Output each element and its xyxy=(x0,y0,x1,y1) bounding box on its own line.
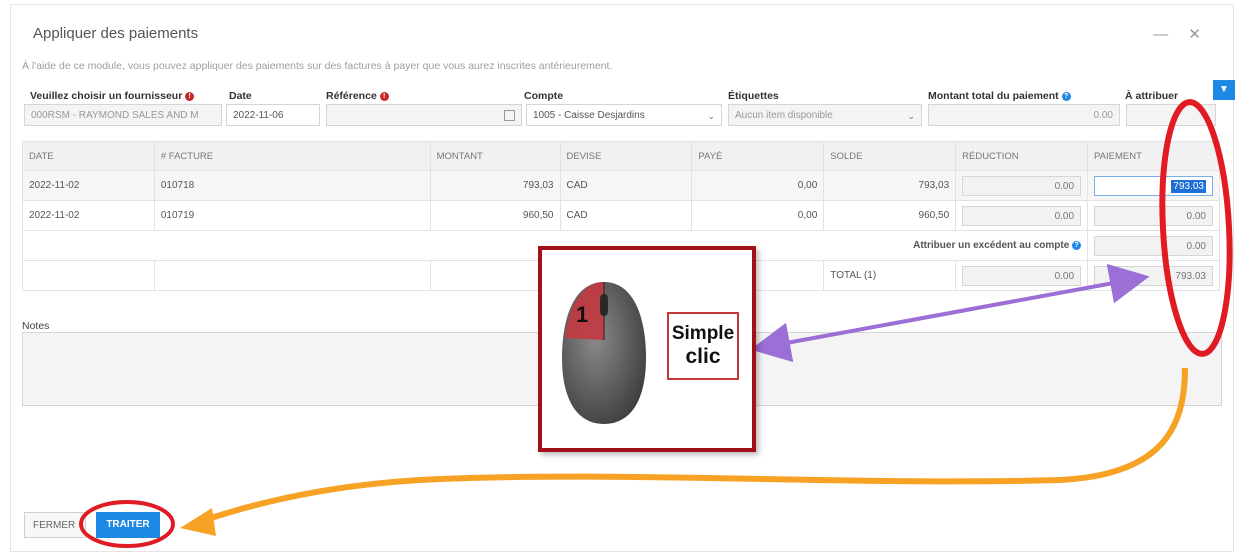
reduction-input[interactable]: 0.00 xyxy=(962,175,1082,196)
cell-paid: 0,00 xyxy=(691,170,825,201)
excess-label-text: Attribuer un excédent au compte xyxy=(913,240,1070,251)
dialog-title: Appliquer des paiements xyxy=(33,25,199,42)
cell-currency: CAD xyxy=(559,170,693,201)
cell-excess: 0.00 xyxy=(1087,230,1220,261)
cell-balance: 793,03 xyxy=(823,170,957,201)
reference-field[interactable] xyxy=(326,104,522,126)
tags-select[interactable]: Aucun item disponible ⌄ xyxy=(728,104,922,126)
col-balance[interactable]: SOLDE xyxy=(823,141,957,171)
info-icon: ? xyxy=(1061,91,1071,101)
account-label: Compte xyxy=(524,90,563,102)
tags-label-text: Étiquettes xyxy=(728,90,779,102)
cell-balance: 960,50 xyxy=(823,200,957,231)
reduction-input[interactable]: 0.00 xyxy=(962,205,1082,226)
table-row: 2022-11-02 010719 960,50 CAD 0,00 960,50… xyxy=(22,200,1220,231)
process-button[interactable]: TRAITER xyxy=(96,512,160,538)
total-payment-label: Montant total du paiement ? xyxy=(928,90,1071,102)
cell-payment: 0.00 xyxy=(1087,200,1220,231)
mouse-button-number: 1 xyxy=(576,302,588,327)
cell-reduction: 0.00 xyxy=(955,170,1089,201)
tags-label: Étiquettes xyxy=(728,90,779,102)
cell-total-payment: 793.03 xyxy=(1087,260,1220,291)
total-payment-field[interactable]: 0.00 xyxy=(928,104,1120,126)
caption-line2: clic xyxy=(685,345,721,368)
mouse-icon: 1 xyxy=(562,282,646,424)
tags-placeholder: Aucun item disponible xyxy=(735,110,833,121)
supplier-label: Veuillez choisir un fournisseur ! xyxy=(30,90,195,102)
notes-label: Notes xyxy=(22,320,50,332)
table-row: 2022-11-02 010718 793,03 CAD 0,00 793,03… xyxy=(22,170,1220,201)
col-invoice[interactable]: # FACTURE xyxy=(153,141,431,171)
col-payment[interactable]: PAIEMENT xyxy=(1087,141,1220,171)
close-button[interactable]: FERMER xyxy=(24,512,86,538)
cell-invoice: 010719 xyxy=(153,200,431,231)
cell-reduction: 0.00 xyxy=(955,200,1089,231)
total-payment-label-text: Montant total du paiement xyxy=(928,90,1059,102)
assign-label: À attribuer xyxy=(1125,90,1178,102)
table-header-row: DATE # FACTURE MONTANT DEVISE PAYÉ SOLDE… xyxy=(22,141,1220,171)
cell-total-reduction: 0.00 xyxy=(955,260,1089,291)
window-controls[interactable]: — ✕ xyxy=(1153,25,1209,43)
account-select-value: 1005 - Caisse Desjardins xyxy=(533,110,645,121)
cell-date: 2022-11-02 xyxy=(22,200,155,231)
simple-click-label: Simple clic xyxy=(667,312,739,380)
account-label-text: Compte xyxy=(524,90,564,102)
cell-amount: 793,03 xyxy=(429,170,561,201)
required-icon: ! xyxy=(185,91,195,101)
total-reduction-value: 0.00 xyxy=(962,265,1082,286)
date-label-text: Date xyxy=(229,90,252,102)
total-blank xyxy=(153,260,431,291)
required-icon: ! xyxy=(379,91,389,101)
col-amount[interactable]: MONTANT xyxy=(429,141,561,171)
assign-label-text: À attribuer xyxy=(1125,90,1179,102)
cell-currency: CAD xyxy=(559,200,693,231)
filter-icon: ▼ xyxy=(1219,84,1229,95)
cell-paid: 0,00 xyxy=(691,200,825,231)
chevron-down-icon: ⌄ xyxy=(707,111,715,121)
total-payment-value: 793.03 xyxy=(1094,265,1213,286)
info-icon: ? xyxy=(1072,240,1082,250)
col-currency[interactable]: DEVISE xyxy=(559,141,693,171)
reference-label-text: Référence xyxy=(326,90,377,102)
chevron-down-icon: ⌄ xyxy=(907,111,915,121)
total-label: TOTAL (1) xyxy=(823,260,957,291)
reference-label: Référence ! xyxy=(326,90,389,102)
col-date[interactable]: DATE xyxy=(22,141,155,171)
caption-line1: Simple xyxy=(671,323,735,344)
date-field[interactable]: 2022-11-06 xyxy=(226,104,320,126)
excess-input[interactable]: 0.00 xyxy=(1094,235,1213,256)
supplier-label-text: Veuillez choisir un fournisseur xyxy=(30,90,183,102)
cell-payment: 793.03 xyxy=(1087,170,1220,201)
account-select[interactable]: 1005 - Caisse Desjardins ⌄ xyxy=(526,104,722,126)
cell-date: 2022-11-02 xyxy=(22,170,155,201)
col-reduction[interactable]: RÉDUCTION xyxy=(955,141,1089,171)
selected-payment-text: 793.03 xyxy=(1171,179,1206,193)
payment-input[interactable]: 0.00 xyxy=(1094,205,1213,226)
cell-amount: 960,50 xyxy=(429,200,561,231)
supplier-field[interactable]: 000RSM - RAYMOND SALES AND M xyxy=(24,104,222,126)
payment-input[interactable]: 793.03 xyxy=(1094,175,1213,196)
calendar-icon[interactable] xyxy=(504,110,515,121)
date-label: Date xyxy=(229,90,252,102)
total-blank xyxy=(22,260,155,291)
single-click-annotation: 1 Simple clic xyxy=(538,246,756,452)
intro-text: À l'aide de ce module, vous pouvez appli… xyxy=(22,60,613,72)
cell-invoice: 010718 xyxy=(153,170,431,201)
col-paid[interactable]: PAYÉ xyxy=(691,141,825,171)
filter-button[interactable]: ▼ xyxy=(1213,80,1235,100)
assign-field[interactable] xyxy=(1126,104,1216,126)
